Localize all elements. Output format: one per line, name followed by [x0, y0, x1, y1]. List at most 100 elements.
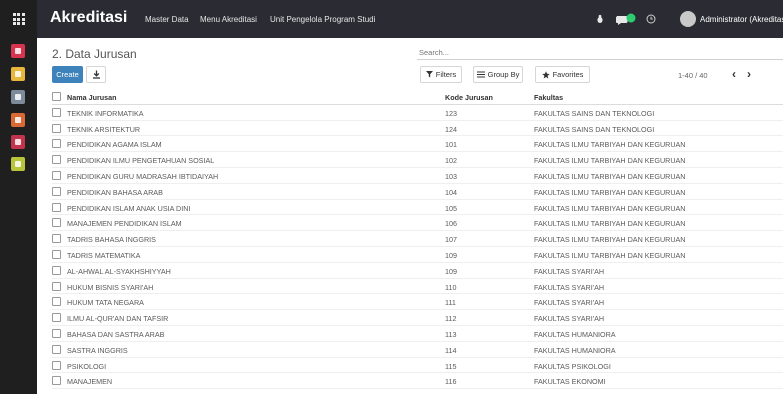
menu-akreditasi[interactable]: Menu Akreditasi [200, 15, 257, 24]
table-row[interactable]: SASTRA INGGRIS 114 FAKULTAS HUMANIORA [52, 342, 783, 358]
cell-fakultas: FAKULTAS ILMU TARBIYAH DAN KEGURUAN [534, 250, 686, 260]
records-table: Nama Jurusan Kode Jurusan Fakultas TEKNI… [52, 89, 783, 390]
table-row[interactable]: PENDIDIKAN BAHASA ARAB 104 FAKULTAS ILMU T… [52, 184, 783, 200]
cell-kode-jurusan: 112 [445, 314, 457, 324]
table-row[interactable]: BAHASA DAN SASTRA ARAB 113 FAKULTAS HUMANI… [52, 326, 783, 342]
cell-nama-jurusan: PSIKOLOGI [67, 361, 107, 371]
row-checkbox[interactable] [52, 360, 61, 370]
cell-kode-jurusan: 102 [445, 156, 457, 166]
people-app-icon[interactable] [11, 135, 25, 149]
cell-nama-jurusan: TEKNIK ARSITEKTUR [67, 124, 141, 134]
table-row[interactable]: HUKUM BISNIS SYARI'AH 110 FAKULTAS SYARI'A… [52, 279, 783, 295]
row-checkbox[interactable] [52, 249, 61, 259]
table-row[interactable]: PENDIDIKAN GURU MADRASAH IBTIDAIYAH 103 FA… [52, 168, 783, 184]
row-checkbox[interactable] [52, 218, 61, 228]
cell-fakultas: FAKULTAS ILMU TARBIYAH DAN KEGURUAN [534, 187, 686, 197]
top-navbar: Akreditasi Master Data Menu Akreditasi U… [37, 0, 783, 38]
select-all-checkbox[interactable] [52, 92, 61, 101]
cell-fakultas: FAKULTAS HUMANIORA [534, 329, 616, 339]
user-menu[interactable]: Administrator (Akreditasi [700, 15, 783, 24]
menu-master-data[interactable]: Master Data [145, 15, 189, 24]
cell-nama-jurusan: PENDIDIKAN GURU MADRASAH IBTIDAIYAH [67, 171, 219, 181]
row-checkbox[interactable] [52, 123, 61, 133]
app-sidebar [0, 0, 37, 394]
row-checkbox[interactable] [52, 297, 61, 307]
row-checkbox[interactable] [52, 281, 61, 291]
table-row[interactable]: ILMU AL-QUR'AN DAN TAFSIR 112 FAKULTAS SYA… [52, 310, 783, 326]
table-row[interactable]: HUKUM TATA NEGARA 111 FAKULTAS SYARI'AH [52, 294, 783, 311]
cell-kode-jurusan: 123 [445, 108, 457, 118]
settings-app-icon[interactable] [11, 157, 25, 171]
discuss-app-icon[interactable] [11, 44, 25, 58]
table-row[interactable]: PSIKOLOGI 115 FAKULTAS PSIKOLOGI [52, 358, 783, 374]
table-header-row: Nama Jurusan Kode Jurusan Fakultas [52, 89, 783, 105]
group-by-button[interactable]: Group By [473, 66, 523, 83]
cell-nama-jurusan: AL-AHWAL AL-SYAKHSHIYYAH [67, 266, 171, 276]
calendar-app-icon[interactable] [11, 113, 25, 127]
cell-kode-jurusan: 103 [445, 171, 457, 181]
table-row[interactable]: TEKNIK INFORMATIKA 123 FAKULTAS SAINS DAN … [52, 105, 783, 121]
row-checkbox[interactable] [52, 234, 61, 244]
row-checkbox[interactable] [52, 376, 61, 386]
user-avatar[interactable] [680, 11, 696, 27]
bug-icon[interactable] [594, 12, 606, 26]
search-input[interactable] [417, 45, 783, 60]
cell-kode-jurusan: 110 [445, 282, 457, 292]
cell-kode-jurusan: 106 [445, 219, 457, 229]
chevron-left-icon: ‹ [732, 67, 736, 81]
cell-kode-jurusan: 109 [445, 250, 457, 260]
next-page-button[interactable]: › [743, 67, 755, 81]
create-button[interactable]: Create [52, 66, 83, 83]
filters-label: Filters [435, 70, 457, 79]
column-header-nama-jurusan[interactable]: Nama Jurusan [67, 93, 117, 102]
import-button[interactable] [86, 66, 106, 83]
table-row[interactable]: PENDIDIKAN AGAMA ISLAM 101 FAKULTAS ILMU T… [52, 136, 783, 153]
cell-kode-jurusan: 104 [445, 187, 457, 197]
cell-fakultas: FAKULTAS ILMU TARBIYAH DAN KEGURUAN [534, 140, 686, 150]
table-row[interactable]: MANAJEMEN PENDIDIKAN ISLAM 106 FAKULTAS IL… [52, 215, 783, 232]
cell-nama-jurusan: PENDIDIKAN AGAMA ISLAM [67, 140, 162, 150]
app-brand[interactable]: Akreditasi [50, 9, 127, 27]
column-header-fakultas[interactable]: Fakultas [534, 93, 563, 102]
tag-app-icon[interactable] [11, 90, 25, 104]
table-row[interactable]: PENDIDIKAN ILMU PENGETAHUAN SOSIAL 102 FAK… [52, 152, 783, 168]
cell-fakultas: FAKULTAS EKONOMI [534, 377, 606, 387]
cell-nama-jurusan: ILMU AL-QUR'AN DAN TAFSIR [67, 314, 169, 324]
cell-fakultas: FAKULTAS ILMU TARBIYAH DAN KEGURUAN [534, 235, 686, 245]
table-row[interactable]: AL-AHWAL AL-SYAKHSHIYYAH 109 FAKULTAS SYAR… [52, 263, 783, 279]
pager-value[interactable]: 1-40 / 40 [678, 71, 708, 80]
clock-icon[interactable] [645, 12, 657, 26]
table-row[interactable]: MANAJEMEN 116 FAKULTAS EKONOMI [52, 373, 783, 390]
row-checkbox[interactable] [52, 170, 61, 180]
cell-kode-jurusan: 113 [445, 329, 457, 339]
apps-menu-button[interactable] [0, 0, 37, 38]
previous-page-button[interactable]: ‹ [728, 67, 740, 81]
column-header-kode-jurusan[interactable]: Kode Jurusan [445, 93, 493, 102]
document-app-icon[interactable] [11, 67, 25, 81]
menu-unit-pengelola[interactable]: Unit Pengelola Program Studi [270, 15, 375, 24]
cell-nama-jurusan: SASTRA INGGRIS [67, 345, 128, 355]
cell-fakultas: FAKULTAS SYARI'AH [534, 282, 605, 292]
favorites-button[interactable]: Favorites [535, 66, 590, 83]
table-row[interactable]: PENDIDIKAN ISLAM ANAK USIA DINI 105 FAKULT… [52, 200, 783, 216]
row-checkbox[interactable] [52, 155, 61, 165]
download-icon [92, 70, 100, 79]
row-checkbox[interactable] [52, 186, 61, 196]
cell-kode-jurusan: 101 [445, 140, 457, 150]
row-checkbox[interactable] [52, 344, 61, 354]
row-checkbox[interactable] [52, 265, 61, 275]
row-checkbox[interactable] [52, 202, 61, 212]
chevron-right-icon: › [747, 67, 751, 81]
row-checkbox[interactable] [52, 139, 61, 149]
cell-nama-jurusan: PENDIDIKAN ISLAM ANAK USIA DINI [67, 203, 191, 213]
row-checkbox[interactable] [52, 328, 61, 338]
table-row[interactable]: TADRIS MATEMATIKA 109 FAKULTAS ILMU TARBIY… [52, 247, 783, 263]
cell-kode-jurusan: 109 [445, 266, 457, 276]
table-row[interactable]: TEKNIK ARSITEKTUR 124 FAKULTAS SAINS DAN T… [52, 121, 783, 137]
cell-fakultas: FAKULTAS SAINS DAN TEKNOLOGI [534, 108, 655, 118]
row-checkbox[interactable] [52, 107, 61, 117]
row-checkbox[interactable] [52, 313, 61, 323]
table-row[interactable]: TADRIS BAHASA INGGRIS 107 FAKULTAS ILMU TA… [52, 231, 783, 247]
filters-button[interactable]: Filters [420, 66, 462, 83]
chat-icon[interactable] [616, 12, 638, 26]
